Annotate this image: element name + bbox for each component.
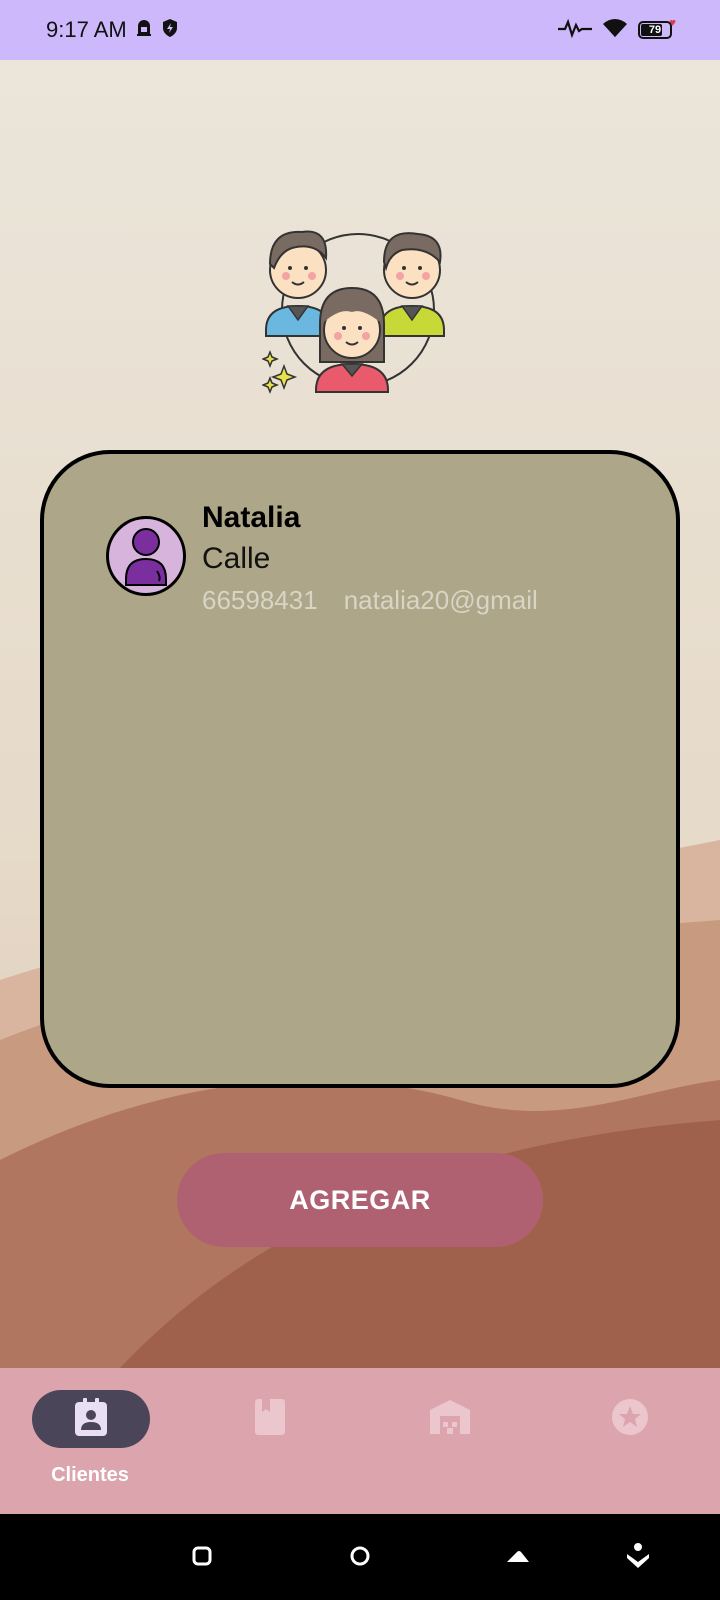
- contacts-icon: [73, 1397, 109, 1441]
- client-contact: 66598431 natalia20@gmail: [202, 580, 538, 620]
- shield-icon: [161, 18, 179, 43]
- client-name: Natalia: [202, 501, 301, 534]
- active-indicator: [32, 1390, 150, 1448]
- add-button[interactable]: AGREGAR: [177, 1153, 543, 1247]
- nav-item-book[interactable]: [180, 1368, 360, 1514]
- nav-item-favorites[interactable]: [540, 1368, 720, 1514]
- nav-item-clientes[interactable]: Clientes: [0, 1368, 180, 1514]
- nav-item-warehouse[interactable]: [360, 1368, 540, 1514]
- book-icon: [254, 1398, 286, 1441]
- heart-icon: ♥: [669, 17, 676, 29]
- home-icon[interactable]: [340, 1536, 380, 1576]
- system-nav-bar: [0, 1514, 720, 1600]
- status-bar: 9:17 AM 79 ♥: [0, 0, 720, 60]
- nav-label-clientes: Clientes: [51, 1464, 129, 1486]
- back-icon[interactable]: [498, 1536, 538, 1576]
- activity-icon: [558, 18, 592, 43]
- client-email: natalia20@gmail: [343, 585, 538, 615]
- list-item[interactable]: Natalia Calle 66598431 natalia20@gmail: [106, 498, 636, 615]
- battery-level: 79: [648, 24, 662, 36]
- battery-icon: 79 ♥: [638, 17, 676, 39]
- group-of-people-icon: [260, 212, 454, 404]
- client-list-card: Natalia Calle 66598431 natalia20@gmail: [40, 450, 680, 1088]
- warehouse-icon: [430, 1399, 470, 1439]
- alarm-icon: [135, 18, 153, 43]
- bottom-nav: Clientes: [0, 1368, 720, 1514]
- recents-icon[interactable]: [182, 1536, 222, 1576]
- assistant-icon[interactable]: [618, 1536, 658, 1576]
- client-address: Calle: [202, 542, 271, 575]
- wifi-icon: [602, 17, 628, 44]
- client-phone: 66598431: [202, 585, 318, 615]
- star-icon: [611, 1398, 649, 1441]
- person-icon: [106, 516, 186, 596]
- status-time: 9:17 AM: [46, 17, 127, 42]
